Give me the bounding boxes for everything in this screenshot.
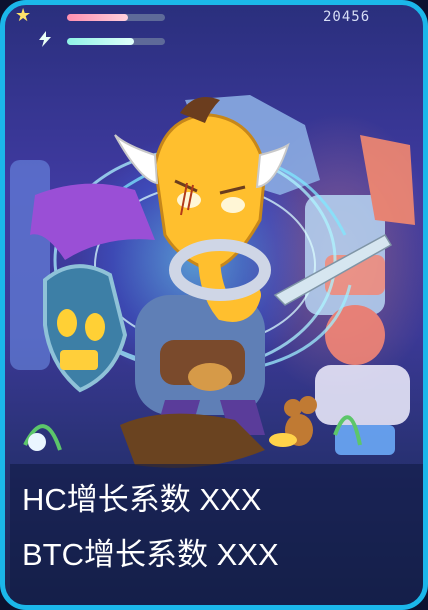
shield	[43, 264, 128, 393]
star-icon: ★	[15, 5, 32, 25]
health-bar-fill	[67, 14, 128, 21]
game-card: ★ 20456	[0, 0, 428, 610]
mouse-character	[269, 396, 317, 447]
energy-bar	[67, 38, 165, 45]
health-bar	[67, 14, 165, 21]
btc-growth-coefficient: BTC增长系数 XXX	[22, 537, 279, 572]
energy-bar-fill	[67, 38, 134, 45]
hc-growth-coefficient: HC增长系数 XXX	[22, 482, 262, 517]
score-counter: 20456	[323, 9, 371, 25]
lightning-bolt-icon	[37, 31, 53, 52]
